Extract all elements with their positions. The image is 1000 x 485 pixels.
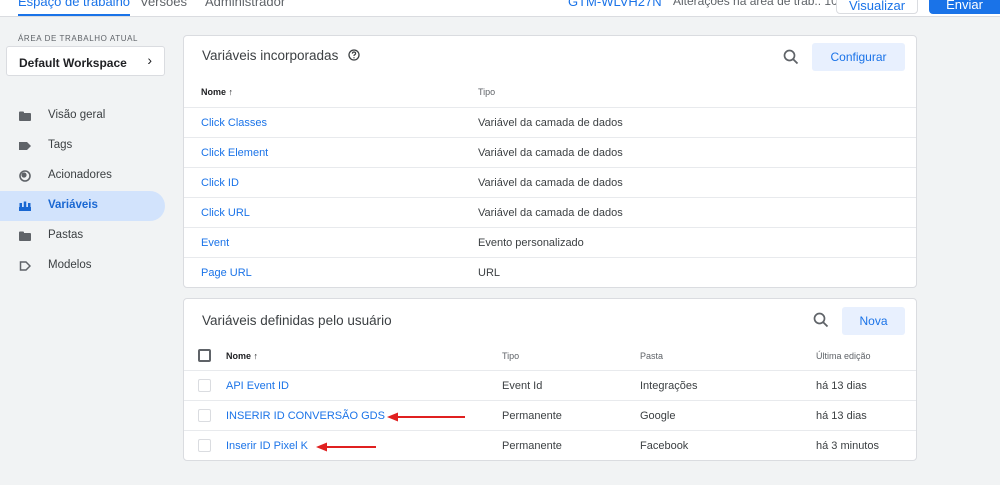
column-header-name[interactable]: Nome ↑	[201, 87, 233, 97]
variable-type: Event Id	[502, 380, 543, 392]
top-bar: Espaço de trabalho Versões Administrador…	[0, 0, 1000, 17]
workspace-selector[interactable]: Default Workspace ›	[6, 46, 165, 76]
variable-type: URL	[478, 267, 501, 279]
variable-name-link[interactable]: API Event ID	[226, 380, 289, 392]
variable-last-edited: há 13 dias	[816, 380, 867, 392]
variable-folder: Google	[640, 410, 676, 422]
column-header-last-edited: Última edição	[816, 351, 871, 361]
trigger-icon	[19, 170, 31, 182]
folder-icon	[19, 231, 31, 241]
variable-last-edited: há 13 dias	[816, 410, 867, 422]
column-header-type: Tipo	[502, 351, 520, 361]
variables-icon	[19, 201, 31, 211]
table-row: Click URL Variável da camada de dados	[184, 197, 916, 227]
variable-type: Permanente	[502, 440, 562, 452]
row-checkbox[interactable]	[198, 409, 211, 422]
preview-button[interactable]: Visualizar	[836, 0, 918, 14]
variable-folder: Facebook	[640, 440, 689, 452]
search-icon[interactable]	[782, 48, 800, 66]
select-all-checkbox[interactable]	[198, 349, 211, 362]
row-checkbox[interactable]	[198, 379, 211, 392]
variable-name-link[interactable]: Page URL	[201, 267, 252, 279]
annotation-arrow-icon	[316, 442, 376, 452]
variable-name-link[interactable]: Inserir ID Pixel K	[226, 440, 308, 452]
table-row: Click Classes Variável da camada de dado…	[184, 107, 916, 137]
sidebar-item-variables[interactable]: Variáveis	[0, 191, 165, 221]
table-row: API Event ID Event Id Integrações há 13 …	[184, 370, 916, 400]
sidebar-item-label: Pastas	[48, 229, 84, 241]
sidebar-item-overview[interactable]: Visão geral	[0, 101, 165, 131]
search-icon[interactable]	[812, 311, 830, 329]
workspace-name: Default Workspace	[19, 56, 127, 70]
table-row: Click Element Variável da camada de dado…	[184, 137, 916, 167]
variable-name-link[interactable]: Click Element	[201, 147, 268, 159]
variable-name-link[interactable]: Event	[201, 237, 229, 249]
variable-folder: Integrações	[640, 380, 698, 392]
new-variable-button[interactable]: Nova	[842, 307, 905, 335]
row-checkbox[interactable]	[198, 439, 211, 452]
tab-admin[interactable]: Administrador	[205, 0, 285, 9]
container-id[interactable]: GTM-WLVH27N	[568, 0, 662, 9]
sidebar-item-folders[interactable]: Pastas	[0, 221, 165, 251]
template-icon	[19, 261, 31, 271]
tab-versions[interactable]: Versões	[140, 0, 187, 9]
table-row: Inserir ID Pixel K Permanente Facebook h…	[184, 430, 916, 460]
table-row: Event Evento personalizado	[184, 227, 916, 257]
chevron-right-icon: ›	[147, 52, 152, 68]
variable-type: Evento personalizado	[478, 237, 584, 249]
sidebar-item-templates[interactable]: Modelos	[0, 251, 165, 281]
variable-name-link[interactable]: Click Classes	[201, 117, 267, 129]
variable-name-link[interactable]: Click URL	[201, 207, 250, 219]
variable-type: Permanente	[502, 410, 562, 422]
sidebar-item-label: Variáveis	[48, 199, 98, 211]
variable-type: Variável da camada de dados	[478, 147, 623, 159]
sidebar-item-label: Visão geral	[48, 109, 106, 121]
table-row: Click ID Variável da camada de dados	[184, 167, 916, 197]
user-defined-variables-card: Variáveis definidas pelo usuário Nova No…	[183, 298, 917, 461]
table-row: Page URL URL	[184, 257, 916, 287]
sidebar-item-label: Tags	[48, 139, 73, 151]
variable-type: Variável da camada de dados	[478, 117, 623, 129]
configure-button[interactable]: Configurar	[812, 43, 905, 71]
submit-button[interactable]: Enviar	[929, 0, 1000, 14]
column-header-folder: Pasta	[640, 351, 664, 361]
user-defined-variables-title: Variáveis definidas pelo usuário	[202, 313, 392, 328]
sidebar-item-tags[interactable]: Tags	[0, 131, 165, 161]
builtin-variables-title: Variáveis incorporadas	[202, 48, 360, 63]
sidebar-item-label: Modelos	[48, 259, 92, 271]
variable-last-edited: há 3 minutos	[816, 440, 879, 452]
tab-workspace[interactable]: Espaço de trabalho	[18, 0, 131, 16]
help-icon[interactable]	[348, 49, 360, 61]
table-row: INSERIR ID CONVERSÃO GDS Permanente Goog…	[184, 400, 916, 430]
folder-icon	[19, 111, 31, 121]
variable-type: Variável da camada de dados	[478, 207, 623, 219]
column-header-type: Tipo	[478, 87, 496, 97]
tag-icon	[19, 142, 31, 150]
column-header-name[interactable]: Nome ↑	[226, 351, 258, 361]
sidebar-item-label: Acionadores	[48, 169, 112, 181]
variable-type: Variável da camada de dados	[478, 177, 623, 189]
sidebar-item-triggers[interactable]: Acionadores	[0, 161, 165, 191]
workspace-changes: Alterações na área de trab.: 10	[673, 0, 838, 8]
annotation-arrow-icon	[387, 412, 465, 422]
workspace-heading: ÁREA DE TRABALHO ATUAL	[18, 34, 139, 43]
variable-name-link[interactable]: Click ID	[201, 177, 239, 189]
builtin-variables-card: Variáveis incorporadas Configurar Nome ↑…	[183, 35, 917, 288]
variable-name-link[interactable]: INSERIR ID CONVERSÃO GDS	[226, 410, 385, 422]
